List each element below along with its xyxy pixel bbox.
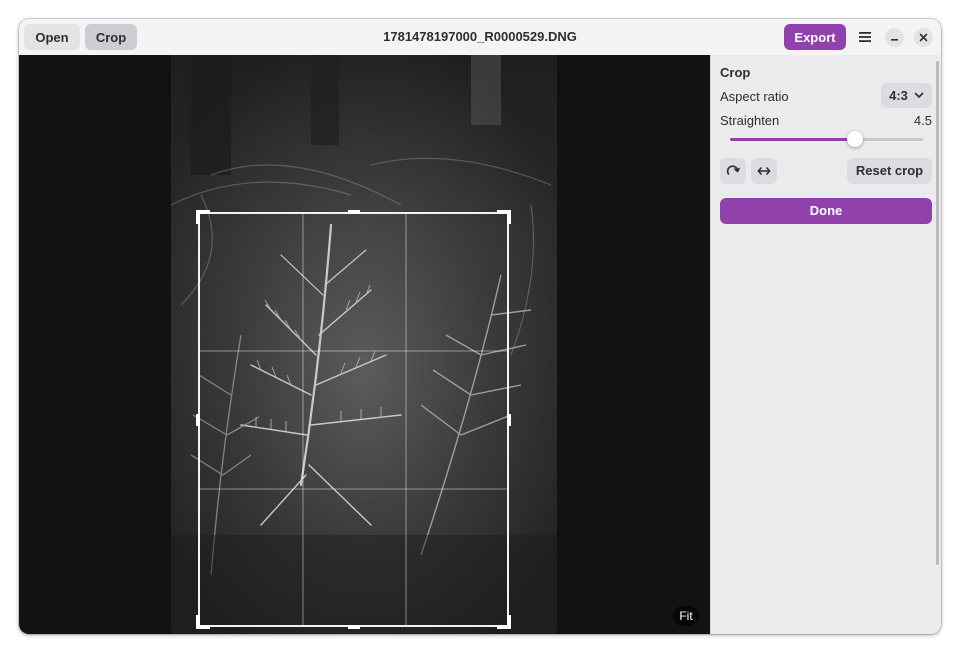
hamburger-menu-icon — [859, 32, 871, 42]
close-button[interactable] — [914, 28, 933, 47]
crop-sidebar: Crop Aspect ratio 4:3 Straighten 4.5 Res… — [710, 55, 941, 634]
export-button[interactable]: Export — [784, 24, 846, 50]
flip-horizontal-icon — [757, 167, 771, 175]
aspect-ratio-label: Aspect ratio — [720, 89, 789, 104]
straighten-label: Straighten — [720, 113, 780, 128]
crop-frame[interactable] — [196, 210, 511, 629]
sidebar-scrollbar[interactable] — [936, 61, 939, 565]
flip-horizontal-button[interactable] — [751, 158, 777, 184]
crop-handle-top-left[interactable] — [196, 210, 210, 224]
crop-heading: Crop — [720, 65, 751, 80]
done-button[interactable]: Done — [720, 198, 932, 224]
minimize-button[interactable] — [885, 28, 904, 47]
window-title: 1781478197000_R0000529.DNG — [383, 29, 577, 44]
minimize-icon — [891, 39, 898, 41]
fit-zoom-button[interactable]: Fit — [673, 606, 699, 626]
slider-fill — [730, 138, 855, 141]
open-button[interactable]: Open — [24, 24, 80, 50]
aspect-ratio-dropdown[interactable]: 4:3 — [881, 83, 932, 108]
header-bar: Open Crop 1781478197000_R0000529.DNG Exp… — [19, 19, 941, 56]
slider-knob[interactable] — [847, 131, 863, 147]
image-canvas[interactable]: Fit — [19, 55, 710, 634]
aspect-ratio-value: 4:3 — [889, 88, 908, 103]
close-icon — [919, 33, 928, 42]
main-menu-button[interactable] — [853, 25, 877, 49]
crop-overlay — [196, 210, 511, 629]
rotate-button[interactable] — [720, 158, 746, 184]
crop-handle-top-right[interactable] — [497, 210, 511, 224]
app-window: Open Crop 1781478197000_R0000529.DNG Exp… — [19, 19, 941, 634]
straighten-value: 4.5 — [913, 113, 932, 128]
chevron-down-icon — [914, 92, 924, 98]
straighten-slider[interactable] — [730, 131, 923, 147]
rotate-icon — [726, 165, 740, 175]
reset-crop-button[interactable]: Reset crop — [847, 158, 932, 184]
crop-button[interactable]: Crop — [85, 24, 137, 50]
crop-handle-bottom-left[interactable] — [196, 615, 210, 629]
crop-handle-bottom-right[interactable] — [497, 615, 511, 629]
